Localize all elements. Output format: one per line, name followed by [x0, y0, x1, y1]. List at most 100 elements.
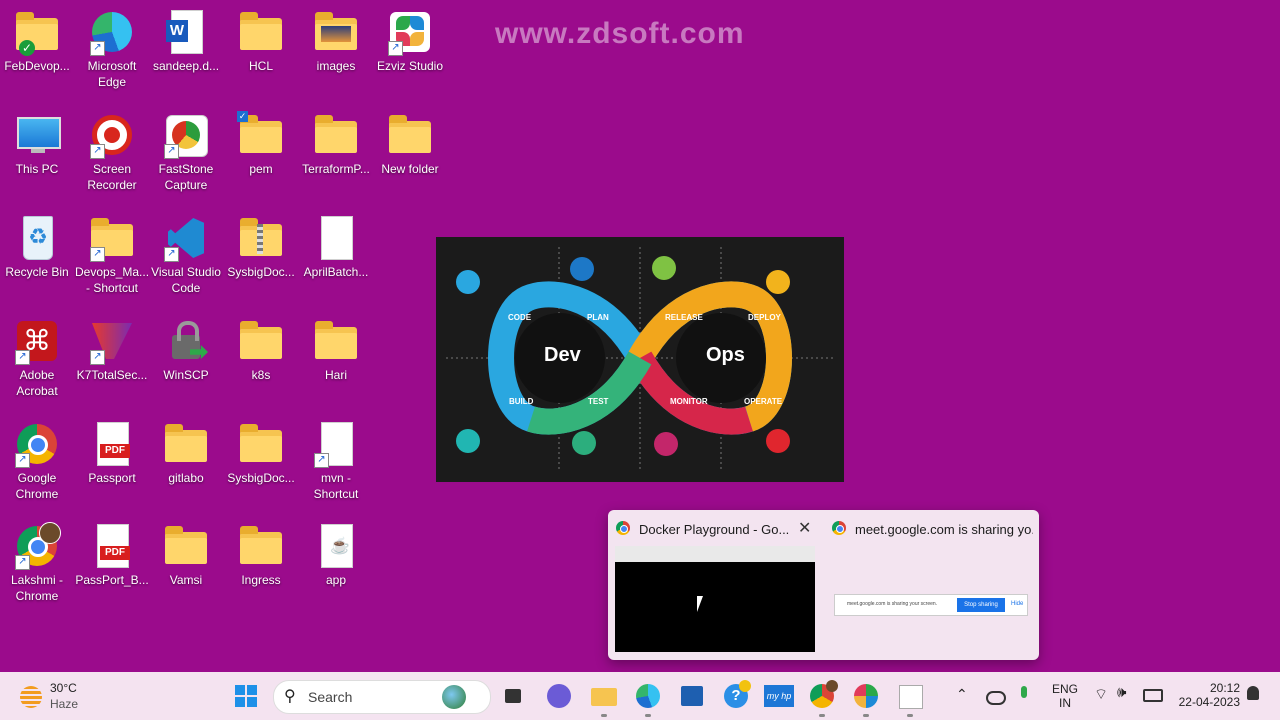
task-view-icon — [505, 689, 521, 703]
desktop-icon-lakshmi-chrome[interactable]: ↗ Lakshmi - Chrome — [0, 518, 74, 604]
running-indicator — [863, 714, 869, 717]
desktop-icon-ezviz-studio[interactable]: ↗ Ezviz Studio — [373, 4, 447, 74]
desktop-icon-passport-b[interactable]: PDF PassPort_B... — [75, 518, 149, 588]
desktop-icon-gitlabo[interactable]: gitlabo — [149, 416, 223, 486]
desktop-icon-this-pc[interactable]: This PC — [0, 107, 74, 177]
icon-label: Hari — [324, 368, 347, 382]
microphone-icon[interactable] — [1021, 686, 1027, 698]
stop-sharing-button[interactable]: Stop sharing — [957, 598, 1005, 612]
battery-icon[interactable] — [1143, 689, 1163, 702]
taskbar-ezviz[interactable] — [852, 682, 880, 717]
desktop-icon-microsoft-edge[interactable]: ↗ Microsoft Edge — [75, 4, 149, 90]
desktop-icon-passport[interactable]: PDF Passport — [75, 416, 149, 486]
taskbar: 30°C Haze ⚲ Search ? my hp ⌃ ENG IN ⌔ 🕪 … — [0, 672, 1280, 720]
icon-label: Ingress — [241, 573, 281, 587]
desktop-icon-adobe-acrobat[interactable]: ⌘ ↗ Adobe Acrobat — [0, 313, 74, 399]
desktop-icon-sysbigdoc-1[interactable]: SysbigDoc... — [224, 210, 298, 280]
desktop-icon-hcl[interactable]: HCL — [224, 4, 298, 74]
icon-label: images — [316, 59, 356, 73]
desktop-icon-k8s[interactable]: k8s — [224, 313, 298, 383]
notification-bell-icon[interactable] — [1247, 686, 1259, 700]
desktop-icon-faststone-capture[interactable]: ↗ FastStone Capture — [149, 107, 223, 193]
folder-icon — [315, 321, 357, 359]
volume-icon[interactable]: 🕪 — [1117, 684, 1126, 701]
taskbar-edge[interactable] — [634, 682, 662, 717]
icon-label: sandeep.d... — [152, 59, 220, 73]
window-preview-meet-sharing[interactable]: meet.google.com is sharing yo... meet.go… — [828, 516, 1033, 654]
desktop-icon-febdevops[interactable]: ✓ FebDevop... — [0, 4, 74, 74]
desktop-icon-new-folder[interactable]: New folder — [373, 107, 447, 177]
desktop-icon-images[interactable]: images — [299, 4, 373, 74]
desktop-icon-sysbigdoc-2[interactable]: SysbigDoc... — [224, 416, 298, 486]
desktop-icon-k7totalsecurity[interactable]: ↗ K7TotalSec... — [75, 313, 149, 383]
desktop-icon-google-chrome[interactable]: ↗ Google Chrome — [0, 416, 74, 502]
desktop-icon-devops-shortcut[interactable]: ↗ Devops_Ma... - Shortcut — [75, 210, 149, 296]
desktop-icon-recycle-bin[interactable]: ♻ Recycle Bin — [0, 210, 74, 280]
taskbar-store[interactable] — [678, 682, 706, 710]
start-button[interactable] — [232, 682, 260, 710]
stage-code: CODE — [508, 313, 532, 322]
weather-widget[interactable]: 30°C Haze — [14, 678, 104, 714]
language-indicator[interactable]: ENG IN — [1052, 682, 1078, 710]
icon-label-line2: - Shortcut — [85, 281, 139, 295]
icon-label: Recycle Bin — [5, 265, 69, 279]
taskbar-task-view[interactable] — [500, 682, 528, 710]
folder-icon — [165, 424, 207, 462]
taskbar-myhp[interactable]: my hp — [764, 682, 794, 710]
desktop-icon-ingress[interactable]: Ingress — [224, 518, 298, 588]
stage-plan: PLAN — [587, 313, 609, 322]
faststone-icon — [899, 685, 923, 709]
desktop-icon-winscp[interactable]: WinSCP — [149, 313, 223, 383]
onedrive-cloud-icon[interactable] — [986, 691, 1006, 705]
desktop-icon-sandeep-doc[interactable]: W sandeep.d... — [149, 4, 223, 74]
desktop-icon-mvn-shortcut[interactable]: ↗ mvn - Shortcut — [299, 416, 373, 502]
recycle-bin-icon: ♻ — [23, 216, 53, 260]
icon-label: pem — [249, 162, 273, 176]
folder-icon — [240, 424, 282, 462]
sync-check-icon: ✓ — [19, 40, 35, 56]
shortcut-arrow-icon: ↗ — [388, 41, 403, 56]
lang-primary: ENG — [1052, 682, 1079, 696]
pdf-badge: PDF — [100, 546, 130, 560]
close-icon[interactable]: ✕ — [798, 518, 811, 538]
icon-label: TerraformP... — [302, 162, 370, 176]
desktop-icon-app[interactable]: ☕ app — [299, 518, 373, 588]
desktop-icon-aprilbatch[interactable]: AprilBatch... — [299, 210, 373, 280]
icon-label: PassPort_B... — [75, 573, 149, 587]
desktop-icon-vamsi[interactable]: Vamsi — [149, 518, 223, 588]
icon-label: gitlabo — [168, 471, 204, 485]
icon-label-line2: Code — [171, 281, 201, 295]
devops-infinity-svg — [446, 247, 834, 472]
weather-temp: 30°C — [50, 681, 77, 695]
desktop-icon-terraform[interactable]: TerraformP... — [299, 107, 373, 177]
watermark: www.zdsoft.com — [495, 17, 745, 50]
desktop-icon-hari[interactable]: Hari — [299, 313, 373, 383]
taskbar-search-box[interactable]: ⚲ Search — [273, 680, 491, 714]
chrome-icon — [616, 521, 630, 535]
stage-test: TEST — [588, 397, 609, 406]
icon-label-line1: Lakshmi - — [10, 573, 63, 587]
icon-label: K7TotalSec... — [76, 368, 148, 382]
icon-label: WinSCP — [163, 368, 209, 382]
desktop-icon-screen-recorder[interactable]: ↗ Screen Recorder — [75, 107, 149, 193]
desktop-icon-pem[interactable]: ✓ pem — [224, 107, 298, 177]
taskbar-meet[interactable] — [545, 682, 573, 710]
taskbar-chrome-profile[interactable] — [808, 680, 838, 717]
icon-label: k8s — [251, 368, 271, 382]
taskbar-file-explorer[interactable] — [590, 682, 618, 717]
taskbar-faststone[interactable] — [896, 682, 924, 717]
folder-icon — [240, 115, 282, 153]
hide-link[interactable]: Hide — [1011, 601, 1023, 607]
desktop-icon-vscode[interactable]: ↗ Visual Studio Code — [149, 210, 223, 296]
folder-icon — [240, 526, 282, 564]
taskbar-get-help[interactable]: ? — [722, 680, 751, 710]
tray-chevron-up-icon[interactable]: ⌃ — [956, 686, 968, 703]
windows-logo-icon — [235, 685, 257, 707]
folder-icon — [165, 526, 207, 564]
search-highlight-globe-icon — [442, 685, 466, 709]
monitor-icon — [17, 117, 61, 149]
wifi-icon[interactable]: ⌔ — [1094, 685, 1108, 704]
folder-icon — [315, 115, 357, 153]
clock[interactable]: 20:12 22-04-2023 — [1170, 681, 1240, 709]
window-preview-docker[interactable]: Docker Playground - Go... ✕ — [614, 516, 824, 654]
